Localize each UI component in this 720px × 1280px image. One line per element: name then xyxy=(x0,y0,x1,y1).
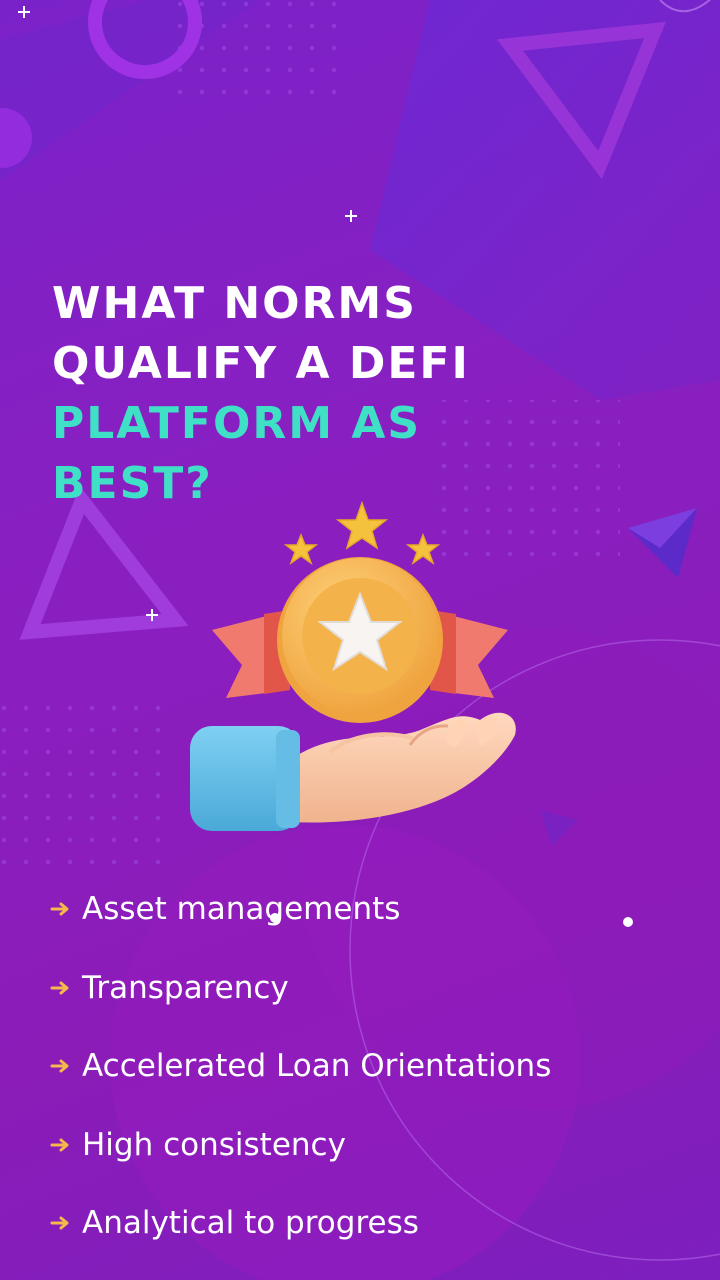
list-item: Accelerated Loan Orientations xyxy=(50,1027,690,1106)
hand-holding-star-medal-icon xyxy=(190,500,516,831)
feature-label: High consistency xyxy=(82,1126,346,1163)
list-item: Transparency xyxy=(50,949,690,1028)
headline: WHAT NORMS QUALIFY A DEFI PLATFORM AS BE… xyxy=(52,274,672,514)
feature-list: Asset managements Transparency Accelerat… xyxy=(50,870,690,1263)
headline-line-3: PLATFORM AS xyxy=(52,398,422,449)
feature-label: Transparency xyxy=(82,969,289,1006)
arrow-right-icon xyxy=(50,981,69,995)
arrow-right-icon xyxy=(50,1138,69,1152)
arrow-right-icon xyxy=(50,1216,69,1230)
feature-label: Analytical to progress xyxy=(82,1205,419,1242)
list-item: Asset managements xyxy=(50,870,690,949)
headline-line-1: WHAT NORMS xyxy=(52,278,417,329)
feature-label: Accelerated Loan Orientations xyxy=(82,1048,552,1085)
list-item: High consistency xyxy=(50,1106,690,1185)
arrow-right-icon xyxy=(50,1059,69,1073)
arrow-right-icon xyxy=(50,902,69,916)
feature-label: Asset managements xyxy=(82,891,401,928)
list-item: Analytical to progress xyxy=(50,1184,690,1263)
star-icon xyxy=(283,500,441,565)
headline-line-2: QUALIFY A DEFI xyxy=(52,338,470,389)
